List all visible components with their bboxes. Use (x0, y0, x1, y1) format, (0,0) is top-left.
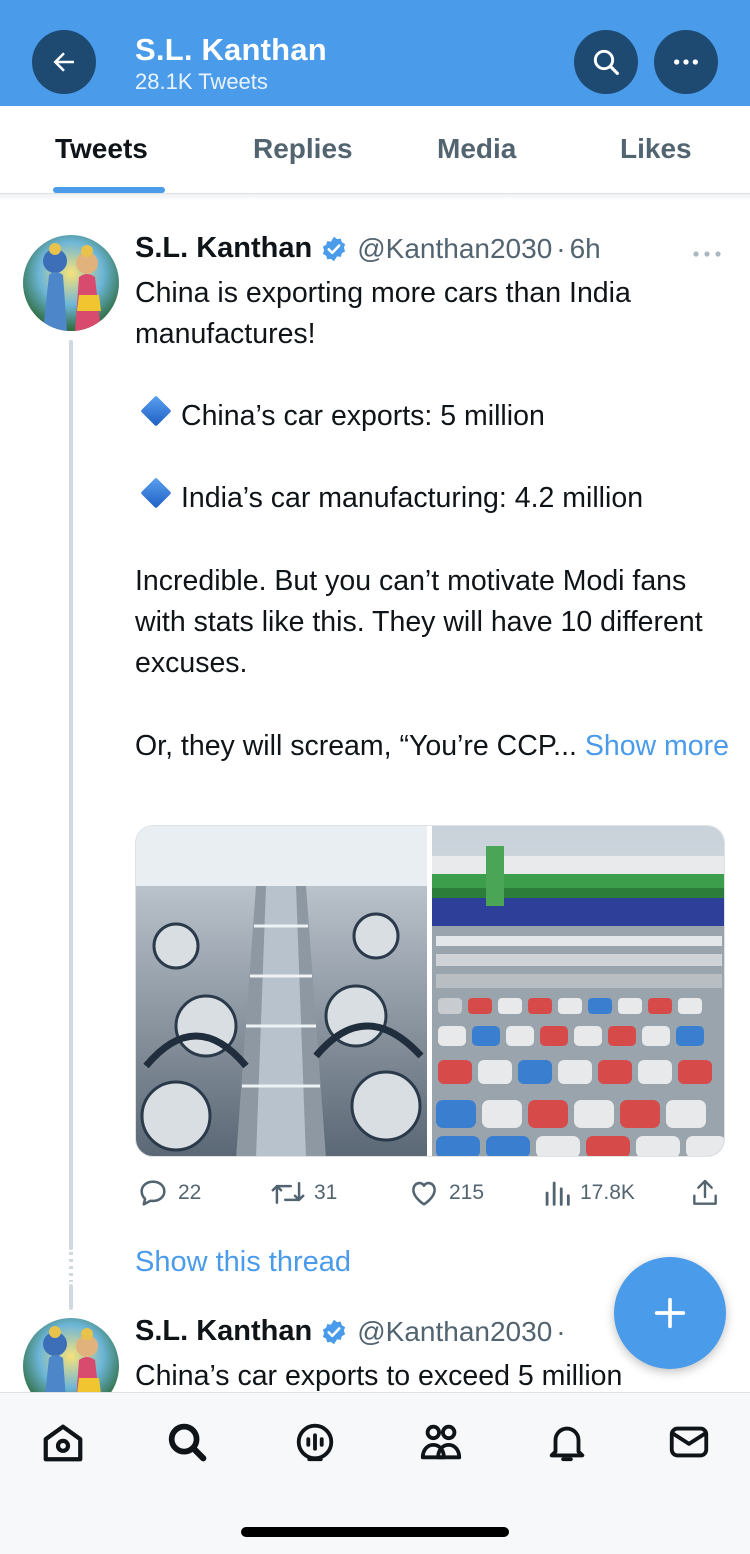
verified-badge-icon (323, 236, 346, 261)
verified-badge-icon (323, 1319, 346, 1344)
plus-icon (654, 1297, 686, 1329)
tab-media[interactable]: Media (437, 133, 516, 165)
notifications-icon[interactable] (544, 1419, 590, 1465)
profile-tabs: Tweets Replies Media Likes (0, 106, 750, 194)
bottom-nav (0, 1392, 750, 1554)
bullet-item: China’s car exports: 5 million (135, 395, 735, 437)
compose-tweet-button[interactable] (614, 1257, 726, 1369)
thread-line (69, 340, 73, 1250)
display-name[interactable]: S.L. Kanthan (135, 232, 312, 265)
timestamp[interactable]: 6h (570, 233, 601, 265)
more-horizontal-icon (693, 251, 721, 257)
heart-icon (412, 1181, 436, 1206)
bullet-text: India’s car manufacturing: 4.2 million (181, 482, 644, 514)
share-icon (693, 1179, 717, 1205)
share-button[interactable] (689, 1176, 721, 1210)
view-count: 17.8K (580, 1181, 635, 1204)
spaces-icon[interactable] (292, 1419, 338, 1465)
retweet-icon (271, 1182, 305, 1204)
truncated-text: Or, they will scream, “You’re CCP... (135, 730, 577, 762)
bullet-text: China’s car exports: 5 million (181, 400, 545, 432)
like-count: 215 (449, 1181, 485, 1204)
reply-count: 22 (178, 1181, 202, 1204)
handle[interactable]: @Kanthan2030 (357, 233, 552, 265)
tab-tweets[interactable]: Tweets (55, 133, 148, 165)
tweet-paragraph: Incredible. But you can’t motivate Modi … (135, 565, 703, 679)
thread-line-gap (69, 1252, 73, 1282)
divider (0, 194, 750, 200)
blue-diamond-icon (140, 395, 172, 427)
tweet-media[interactable] (135, 825, 725, 1157)
tweet-more-button[interactable] (692, 246, 722, 264)
show-thread-link[interactable]: Show this thread (135, 1246, 351, 1279)
header-title: S.L. Kanthan (135, 32, 327, 67)
tweet-truncated-text: Or, they will scream, “You’re CCP... Sho… (135, 726, 735, 767)
profile-header: S.L. Kanthan 28.1K Tweets (0, 0, 750, 106)
tweet-header: S.L. Kanthan @Kanthan2030 · 6h (135, 232, 601, 265)
views-chart-icon (545, 1181, 570, 1206)
separator: · (556, 232, 566, 264)
show-more-link[interactable]: Show more (585, 730, 729, 762)
like-button[interactable]: 215 (407, 1176, 484, 1210)
thread-line (69, 1284, 73, 1310)
views-button[interactable]: 17.8K (542, 1176, 635, 1210)
reply-icon (140, 1180, 166, 1206)
retweet-button[interactable]: 31 (270, 1176, 337, 1210)
tab-replies[interactable]: Replies (253, 133, 353, 165)
communities-icon[interactable] (418, 1419, 464, 1465)
car-export-port-image[interactable] (432, 826, 725, 1157)
more-button[interactable] (654, 30, 718, 94)
back-button[interactable] (32, 30, 96, 94)
tab-likes[interactable]: Likes (620, 133, 692, 165)
avatar[interactable] (23, 235, 119, 331)
search-button[interactable] (574, 30, 638, 94)
home-icon[interactable] (40, 1419, 86, 1465)
more-horizontal-icon (674, 59, 698, 65)
active-tab-indicator (53, 187, 165, 193)
tweet-count: 28.1K Tweets (135, 69, 268, 94)
messages-icon[interactable] (666, 1419, 712, 1465)
separator: · (556, 1315, 566, 1347)
tweet-header: S.L. Kanthan @Kanthan2030 · (135, 1315, 570, 1348)
search-icon[interactable] (164, 1419, 210, 1465)
car-factory-robots-image[interactable] (136, 826, 427, 1157)
blue-diamond-icon (140, 477, 172, 509)
retweet-count: 31 (314, 1181, 338, 1204)
home-indicator[interactable] (241, 1527, 509, 1537)
display-name[interactable]: S.L. Kanthan (135, 1315, 312, 1348)
handle[interactable]: @Kanthan2030 (357, 1316, 552, 1348)
bullet-item: India’s car manufacturing: 4.2 million (135, 477, 735, 519)
search-icon (593, 49, 619, 75)
reply-button[interactable]: 22 (136, 1176, 201, 1210)
arrow-left-icon (53, 52, 74, 72)
tweet-text-intro: China is exporting more cars than India … (135, 277, 631, 350)
